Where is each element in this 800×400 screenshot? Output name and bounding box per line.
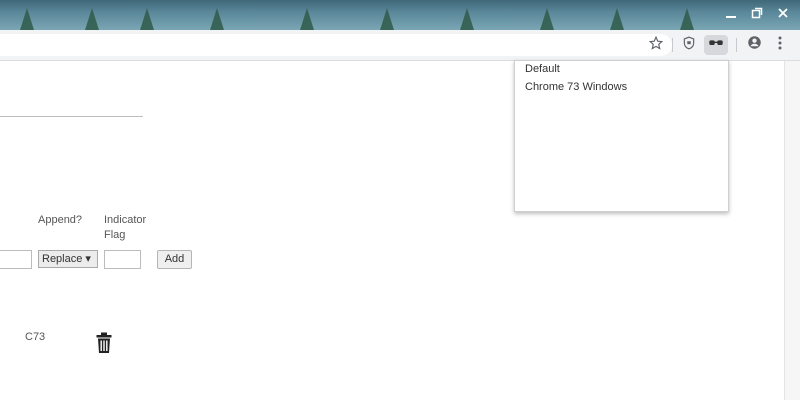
star-icon[interactable] xyxy=(646,35,666,55)
address-bar[interactable] xyxy=(0,34,672,56)
tree-decoration xyxy=(300,8,314,30)
tree-decoration xyxy=(610,8,624,30)
tree-decoration xyxy=(140,8,154,30)
indicator-flag-label: Indicator Flag xyxy=(104,214,147,241)
user-agent-popup: Default Chrome 73 Windows xyxy=(514,60,729,212)
more-menu-icon[interactable] xyxy=(770,35,790,55)
toolbar-separator xyxy=(672,38,673,52)
shield-extension-icon[interactable] xyxy=(679,35,699,55)
minimize-icon[interactable] xyxy=(722,6,740,24)
append-label: Append? xyxy=(38,214,83,226)
toolbar-separator xyxy=(736,38,737,52)
popup-item-default[interactable]: Default xyxy=(525,63,560,75)
append-select[interactable]: Replace ▾ xyxy=(38,250,98,268)
tree-decoration xyxy=(380,8,394,30)
trash-icon[interactable] xyxy=(95,332,113,354)
close-icon[interactable] xyxy=(774,6,792,24)
value-input[interactable] xyxy=(0,250,32,269)
restore-icon[interactable] xyxy=(748,6,766,24)
section-divider xyxy=(0,116,143,117)
page-scrollbar[interactable] xyxy=(784,61,800,400)
tree-decoration xyxy=(210,8,224,30)
tree-decoration xyxy=(680,8,694,30)
indicator-flag-input[interactable] xyxy=(104,250,141,269)
popup-item-chrome-73-windows[interactable]: Chrome 73 Windows xyxy=(525,81,627,93)
account-icon[interactable] xyxy=(744,35,764,55)
add-button[interactable]: Add xyxy=(157,250,192,269)
tree-decoration xyxy=(460,8,474,30)
tree-decoration xyxy=(85,8,99,30)
browser-toolbar xyxy=(0,30,800,61)
title-bar xyxy=(0,0,800,30)
user-agent-switcher-icon[interactable] xyxy=(704,35,728,55)
tree-decoration xyxy=(540,8,554,30)
tree-decoration xyxy=(20,8,34,30)
row-flag-value: C73 xyxy=(25,331,46,343)
